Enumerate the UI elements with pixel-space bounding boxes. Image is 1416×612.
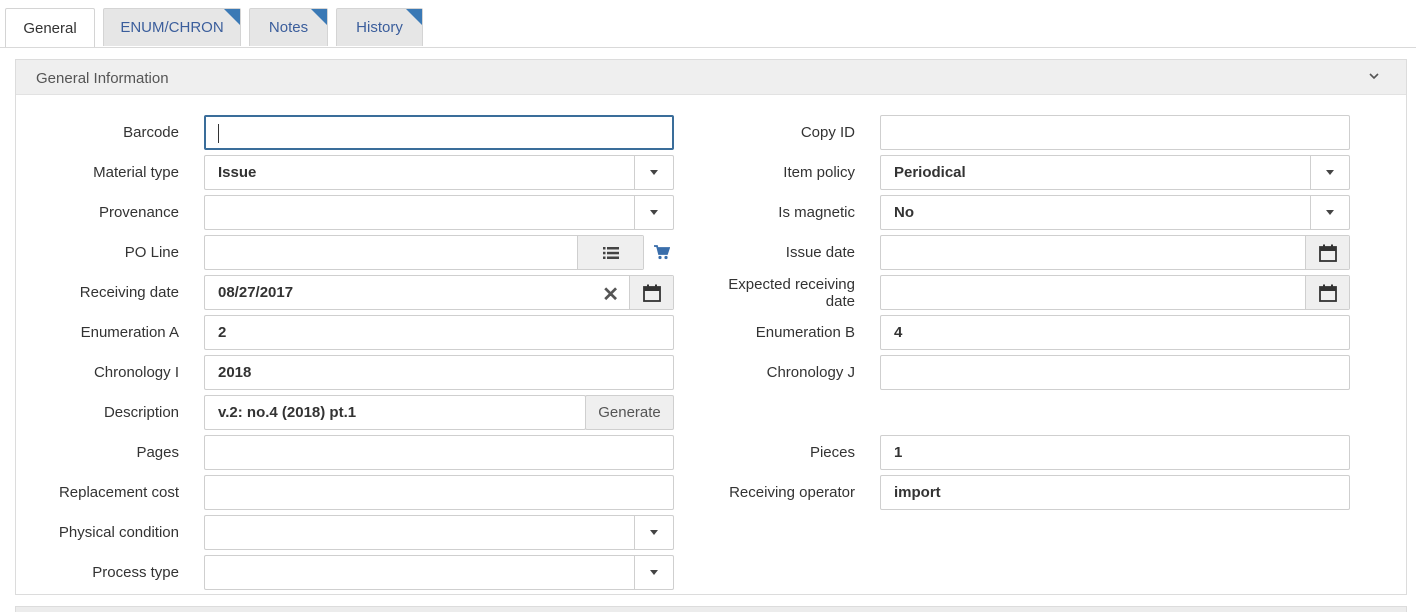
is-magnetic-value: No	[894, 204, 914, 221]
chronology-i-label: Chronology I	[93, 364, 179, 381]
tab-label: General	[23, 19, 77, 37]
item-policy-select[interactable]: Periodical	[880, 155, 1350, 190]
enumeration-b-value: 4	[894, 324, 903, 341]
process-type-label: Process type	[92, 564, 179, 581]
list-icon	[602, 246, 619, 259]
material-type-select[interactable]: Issue	[204, 155, 674, 190]
pieces-value: 1	[894, 444, 903, 461]
calendar-button[interactable]	[629, 276, 673, 309]
enumeration-a-input[interactable]: 2	[204, 315, 674, 350]
tab-label: History	[356, 19, 403, 36]
physical-condition-select[interactable]	[204, 515, 674, 550]
po-line-input[interactable]	[204, 235, 644, 270]
caret-down-icon	[650, 210, 658, 215]
dropdown-toggle[interactable]	[634, 516, 673, 549]
provenance-select[interactable]	[204, 195, 674, 230]
caret-down-icon	[650, 530, 658, 535]
enumeration-a-value: 2	[218, 324, 227, 341]
expected-receiving-date-label: Expected receiving date	[728, 276, 855, 310]
pieces-label: Pieces	[809, 444, 855, 461]
clear-icon[interactable]: ✕	[602, 282, 619, 307]
material-type-value: Issue	[218, 164, 257, 181]
text-cursor	[218, 124, 219, 143]
corner-indicator-icon	[406, 9, 422, 25]
receiving-date-input[interactable]: 08/27/2017 ✕	[204, 275, 674, 310]
chronology-j-label: Chronology J	[766, 364, 855, 381]
caret-down-icon	[1326, 210, 1334, 215]
issue-date-label: Issue date	[785, 244, 855, 261]
copy-id-input[interactable]	[880, 115, 1350, 150]
issue-date-input[interactable]	[880, 235, 1350, 270]
calendar-button[interactable]	[1305, 236, 1349, 269]
panel-header[interactable]: General Information	[16, 60, 1406, 95]
receiving-date-label: Receiving date	[79, 284, 179, 301]
calendar-button[interactable]	[1305, 276, 1349, 309]
caret-down-icon	[650, 170, 658, 175]
generate-button[interactable]: Generate	[585, 395, 674, 430]
calendar-icon	[1318, 284, 1337, 302]
copy-id-label: Copy ID	[800, 124, 855, 141]
receiving-operator-value: import	[894, 484, 941, 501]
tab-history[interactable]: History	[336, 8, 423, 46]
dropdown-toggle[interactable]	[1310, 196, 1349, 229]
caret-down-icon	[650, 570, 658, 575]
tab-enum-chron[interactable]: ENUM/CHRON	[103, 8, 241, 46]
description-input[interactable]: v.2: no.4 (2018) pt.1	[204, 395, 586, 430]
barcode-label: Barcode	[123, 124, 179, 141]
item-policy-label: Item policy	[783, 164, 855, 181]
description-label: Description	[103, 404, 179, 421]
list-icon-button[interactable]	[577, 236, 643, 269]
description-value: v.2: no.4 (2018) pt.1	[218, 404, 357, 421]
process-type-select[interactable]	[204, 555, 674, 590]
tab-notes[interactable]: Notes	[249, 8, 328, 46]
receiving-date-value: 08/27/2017	[218, 284, 294, 301]
pages-label: Pages	[136, 444, 179, 461]
dropdown-toggle[interactable]	[634, 156, 673, 189]
next-section-header	[15, 606, 1407, 612]
is-magnetic-select[interactable]: No	[880, 195, 1350, 230]
receiving-operator-input[interactable]: import	[880, 475, 1350, 510]
replacement-cost-label: Replacement cost	[58, 484, 179, 501]
tab-bar: General ENUM/CHRON Notes History	[0, 0, 1416, 48]
caret-down-icon	[1326, 170, 1334, 175]
dropdown-toggle[interactable]	[634, 556, 673, 589]
panel-title: General Information	[36, 70, 169, 87]
physical-condition-label: Physical condition	[58, 524, 179, 541]
material-type-label: Material type	[93, 164, 179, 181]
item-policy-value: Periodical	[894, 164, 966, 181]
tab-label: Notes	[268, 19, 309, 36]
receiving-operator-label: Receiving operator	[729, 484, 855, 501]
calendar-icon	[642, 284, 661, 302]
shopping-cart-icon[interactable]	[654, 245, 671, 265]
chevron-down-icon[interactable]	[1368, 69, 1380, 85]
enumeration-a-label: Enumeration A	[80, 324, 179, 341]
expected-receiving-date-input[interactable]	[880, 275, 1350, 310]
provenance-label: Provenance	[98, 204, 179, 221]
corner-indicator-icon	[311, 9, 327, 25]
tab-label: ENUM/CHRON	[120, 19, 224, 36]
corner-indicator-icon	[224, 9, 240, 25]
chronology-i-input[interactable]: 2018	[204, 355, 674, 390]
enumeration-b-input[interactable]: 4	[880, 315, 1350, 350]
po-line-label: PO Line	[124, 244, 179, 261]
enumeration-b-label: Enumeration B	[755, 324, 855, 341]
dropdown-toggle[interactable]	[634, 196, 673, 229]
is-magnetic-label: Is magnetic	[778, 204, 855, 221]
chronology-j-input[interactable]	[880, 355, 1350, 390]
dropdown-toggle[interactable]	[1310, 156, 1349, 189]
chronology-i-value: 2018	[218, 364, 252, 381]
calendar-icon	[1318, 244, 1337, 262]
replacement-cost-input[interactable]	[204, 475, 674, 510]
pieces-input[interactable]: 1	[880, 435, 1350, 470]
tab-general[interactable]: General	[5, 8, 95, 47]
barcode-input[interactable]	[204, 115, 674, 150]
pages-input[interactable]	[204, 435, 674, 470]
